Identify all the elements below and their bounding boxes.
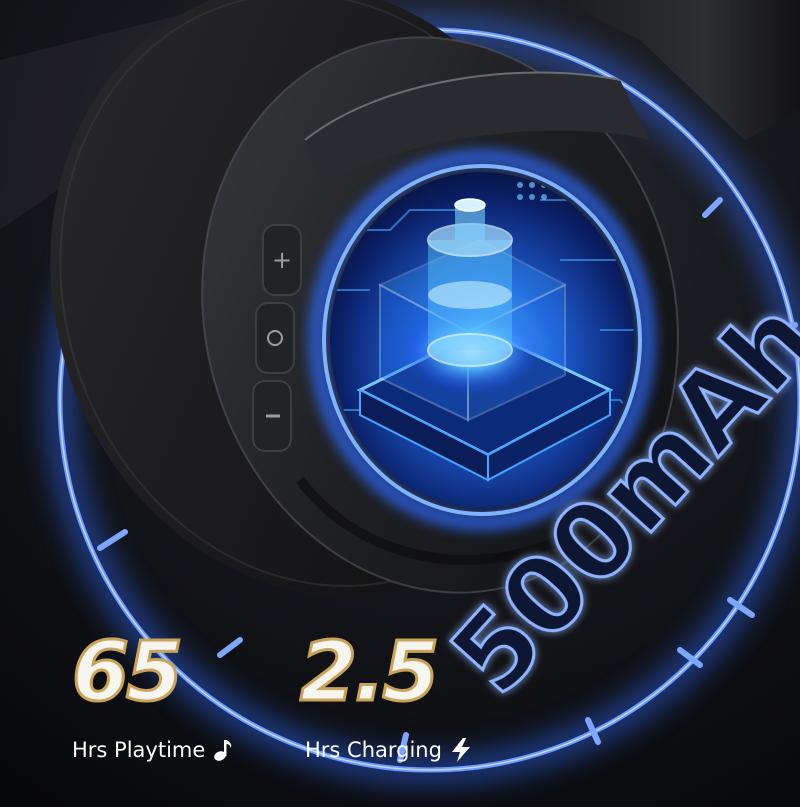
lightning-bolt-icon <box>451 738 470 762</box>
charging-hours-value: 2.5 <box>298 625 440 720</box>
product-image: + 500mAh 65 Hrs Playtime 2.5 Hrs Chargin… <box>0 0 800 807</box>
music-note-icon <box>214 740 232 761</box>
playtime-hours-value: 65 <box>70 625 184 720</box>
playtime-label: Hrs Playtime <box>72 737 206 762</box>
charging-label: Hrs Charging <box>305 737 442 762</box>
battery-capacity-label: 500mAh <box>428 278 800 716</box>
playtime-label-row: Hrs Playtime <box>72 738 235 762</box>
charging-label-row: Hrs Charging <box>305 738 472 762</box>
